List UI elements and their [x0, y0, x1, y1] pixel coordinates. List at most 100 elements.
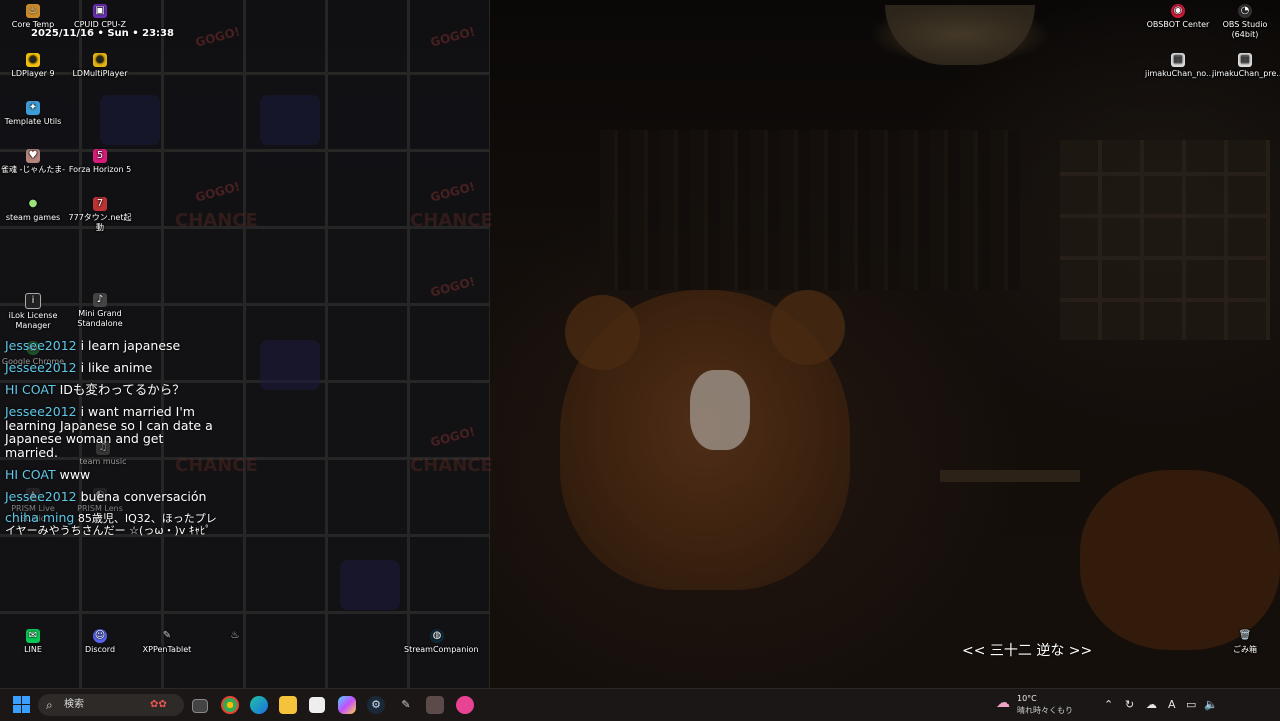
desktop-icon-label: Discord	[84, 645, 116, 654]
obs-icon: ◔	[1238, 4, 1252, 18]
chat-username: HI COAT	[5, 466, 56, 482]
streamcompanion-icon: ◍	[430, 629, 444, 643]
desktop-icon-label: steam games	[5, 213, 61, 222]
chat-text: www	[59, 466, 91, 482]
desktop-icon-label: LDPlayer 9	[11, 69, 55, 78]
desktop-icon-xppen[interactable]: ✎ XPPenTablet	[134, 629, 200, 655]
chat-username: Jessee2012	[5, 488, 77, 504]
file-icon: ▤	[1238, 53, 1252, 67]
volume-icon[interactable]: 🔈	[1204, 698, 1218, 711]
chat-message: Jessee2012 i want married I'm learning J…	[5, 405, 220, 459]
taskbar: ⌕ 検索 ✿✿ ⚙ ✎ ☁ 10°C 晴れ時々くもり ⌃ ↻ ☁ A ▭ 🔈	[0, 688, 1280, 721]
discord-icon: ☺	[93, 629, 107, 643]
desktop-icon-label: Forza Horizon 5	[68, 165, 132, 174]
desktop-icon-template-utils[interactable]: ✦ Template Utils	[0, 101, 66, 127]
file-explorer-icon[interactable]	[279, 696, 297, 714]
start-button[interactable]	[13, 696, 30, 713]
network-icon[interactable]: ▭	[1186, 698, 1196, 711]
chat-text: buena conversación	[80, 488, 207, 504]
shortcut-icon: ♨	[230, 630, 240, 641]
weather-description: 晴れ時々くもり	[1017, 706, 1073, 715]
wallpaper-poster	[260, 340, 320, 390]
desktop-icon-label: jimakuChan_pre...	[1212, 69, 1280, 78]
desktop-icon-777town[interactable]: 7 777タウン.net起動	[67, 197, 133, 233]
search-icon: ⌕	[46, 698, 53, 712]
desktop-icon-mini-grand[interactable]: ♪ Mini Grand Standalone	[67, 293, 133, 329]
search-placeholder: 検索	[64, 699, 84, 710]
desktop-icon-ldplayer[interactable]: ◉ LDPlayer 9	[0, 53, 66, 79]
sync-icon[interactable]: ↻	[1125, 698, 1134, 711]
chat-text: i like anime	[80, 360, 153, 375]
desktop-icon-mahjong-soul[interactable]: ♥ 雀魂 -じゃんたま-	[0, 149, 66, 175]
windows-logo-tile	[22, 705, 30, 713]
desktop-icon-streamcompanion[interactable]: ◍ StreamCompanion	[404, 629, 478, 655]
chat-username: chiha ming	[5, 509, 75, 525]
copilot-icon[interactable]	[338, 696, 356, 714]
desktop-icon-label: Mini Grand Standalone	[77, 309, 123, 328]
desktop-icon-ldmultiplayer[interactable]: ◉ LDMultiPlayer	[67, 53, 133, 79]
desktop-icon-label: Template Utils	[4, 117, 62, 126]
forza-icon: 5	[93, 149, 107, 163]
task-view-icon[interactable]	[192, 699, 208, 713]
chevron-up-icon[interactable]: ⌃	[1104, 698, 1113, 711]
cloud-icon[interactable]: ☁	[1146, 698, 1157, 711]
wallpaper-lamp	[885, 5, 1035, 65]
recycle-bin-icon: 🗑	[1238, 630, 1252, 641]
app-taskbar-icon[interactable]	[456, 696, 474, 714]
desktop-icon-discord[interactable]: ☺ Discord	[67, 629, 133, 655]
line-icon: ✉	[26, 629, 40, 643]
desktop-icon-line[interactable]: ✉ LINE	[0, 629, 66, 655]
wallpaper-poster	[100, 95, 160, 145]
desktop-icon-jimaku-pre[interactable]: ▤ jimakuChan_pre...	[1212, 53, 1280, 79]
desktop-icon-unnamed[interactable]: ♨	[202, 629, 268, 645]
desktop-icon-obs-studio[interactable]: ◔ OBS Studio (64bit)	[1212, 4, 1278, 40]
desktop-icon-cpuid[interactable]: ▣ CPUID CPU-Z	[67, 4, 133, 30]
desktop-icon-steam-games[interactable]: ● steam games	[0, 197, 66, 223]
taskbar-search[interactable]: ⌕ 検索 ✿✿	[38, 694, 184, 716]
chat-text: i learn japanese	[80, 338, 181, 353]
ime-indicator[interactable]: A	[1168, 698, 1176, 711]
desktop-icon-ilok[interactable]: i iLok License Manager	[0, 293, 66, 331]
wallpaper-chance-sign: CHANCE	[175, 210, 258, 231]
xppen-taskbar-icon[interactable]: ✎	[397, 696, 415, 714]
wallpaper-shelf	[600, 130, 1020, 290]
store-icon[interactable]	[309, 697, 325, 713]
desktop-icon-label: 777タウン.net起動	[68, 213, 132, 232]
search-highlight-icon: ✿✿	[150, 699, 167, 710]
wallpaper-chance-sign: CHANCE	[410, 210, 493, 231]
datetime-overlay: 2025/11/16 • Sun • 23:38	[31, 28, 174, 39]
777town-icon: 7	[93, 197, 107, 211]
ilok-icon: i	[25, 293, 41, 309]
chat-message: Jessee2012 i learn japanese	[5, 339, 220, 353]
weather-icon[interactable]: ☁	[996, 695, 1010, 711]
chat-username: Jessee2012	[5, 360, 77, 375]
steam-icon[interactable]: ⚙	[367, 696, 385, 714]
chrome-taskbar-icon[interactable]	[221, 696, 239, 714]
thermometer-icon: ♨	[26, 4, 40, 18]
desktop-icon-label: ごみ箱	[1233, 645, 1257, 654]
wallpaper-poster	[340, 560, 400, 610]
obsbot-icon: ◉	[1171, 4, 1185, 18]
desktop-icon-core-temp[interactable]: ♨ Core Temp	[0, 4, 66, 30]
desktop-icon-obsbot[interactable]: ◉ OBSBOT Center	[1145, 4, 1211, 30]
chat-message: HI COAT IDも変わってるから？	[5, 383, 220, 397]
edge-icon[interactable]	[250, 696, 268, 714]
chat-message: chiha ming 85歳児、IQ32、ほったプレイヤーみやうちさんだー ☆(…	[5, 509, 220, 538]
tablet-icon: ✎	[162, 630, 172, 641]
desktop-icon-forza[interactable]: 5 Forza Horizon 5	[67, 149, 133, 175]
desktop-icon-label: XPPenTablet	[142, 645, 192, 654]
cpu-icon: ▣	[93, 4, 107, 18]
desktop-icon-recycle-bin[interactable]: 🗑 ごみ箱	[1212, 629, 1278, 655]
desktop-icon-jimaku-no[interactable]: ▤ jimakuChan_no...	[1145, 53, 1214, 79]
windows-logo-tile	[13, 705, 21, 713]
wallpaper-bear-ear	[770, 290, 845, 365]
desktop-icon-label: OBS Studio (64bit)	[1222, 20, 1268, 39]
chat-message: Jessee2012 buena conversación	[5, 488, 220, 504]
desktop-icon-label: LDMultiPlayer	[72, 69, 128, 78]
windows-logo-tile	[22, 696, 30, 704]
chat-message: HI COAT www	[5, 466, 220, 482]
windows-logo-tile	[13, 696, 21, 704]
wallpaper-poster	[260, 95, 320, 145]
game-taskbar-icon[interactable]	[426, 696, 444, 714]
wallpaper-bear-ear	[565, 295, 640, 370]
